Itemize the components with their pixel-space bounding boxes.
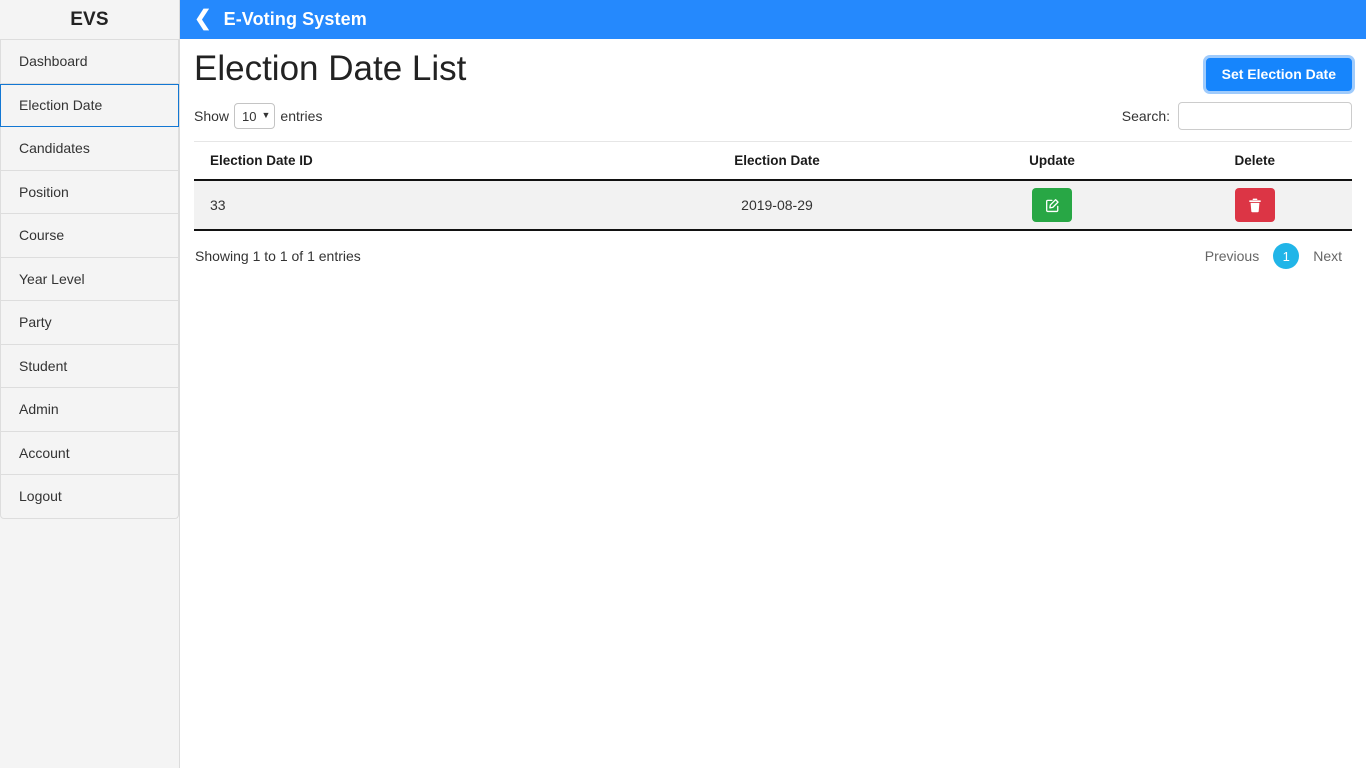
sidebar-item-label: Dashboard xyxy=(19,53,88,69)
chevron-down-icon: ▼ xyxy=(262,110,271,120)
column-header-election-date[interactable]: Election Date xyxy=(608,142,947,181)
column-header-delete[interactable]: Delete xyxy=(1158,142,1352,181)
search-input[interactable] xyxy=(1178,102,1352,130)
table-header: Election Date ID Election Date Update De… xyxy=(194,142,1352,181)
table-footer: Showing 1 to 1 of 1 entries Previous 1 N… xyxy=(194,242,1352,270)
table-info: Showing 1 to 1 of 1 entries xyxy=(195,248,361,264)
sidebar-item-label: Admin xyxy=(19,401,59,417)
table-header-row: Election Date ID Election Date Update De… xyxy=(194,142,1352,181)
pagination: Previous 1 Next xyxy=(1195,242,1352,270)
app-root: EVS Dashboard Election Date Candidates P… xyxy=(0,0,1366,768)
delete-row-button[interactable] xyxy=(1235,188,1275,222)
table-body: 33 2019-08-29 xyxy=(194,180,1352,230)
sidebar-item-account[interactable]: Account xyxy=(0,432,179,476)
sidebar-item-label: Logout xyxy=(19,488,62,504)
pagination-page-1[interactable]: 1 xyxy=(1273,243,1299,269)
cell-election-date: 2019-08-29 xyxy=(608,180,947,230)
sidebar-item-label: Position xyxy=(19,184,69,200)
table-row: 33 2019-08-29 xyxy=(194,180,1352,230)
sidebar-item-course[interactable]: Course xyxy=(0,214,179,258)
page-title: Election Date List xyxy=(194,47,466,91)
cell-delete xyxy=(1158,180,1352,230)
sidebar-item-logout[interactable]: Logout xyxy=(0,475,179,519)
set-election-date-button[interactable]: Set Election Date xyxy=(1206,58,1352,91)
column-header-update[interactable]: Update xyxy=(946,142,1157,181)
column-header-election-date-id[interactable]: Election Date ID xyxy=(194,142,608,181)
sidebar-item-student[interactable]: Student xyxy=(0,345,179,389)
entries-label: entries xyxy=(280,108,322,124)
page-header: Election Date List Set Election Date xyxy=(194,39,1352,91)
sidebar-nav-list: Dashboard Election Date Candidates Posit… xyxy=(0,39,179,519)
edit-pencil-square-icon xyxy=(1045,198,1060,213)
sidebar-item-party[interactable]: Party xyxy=(0,301,179,345)
page-length-select[interactable]: 10 ▼ xyxy=(234,103,275,129)
sidebar-item-candidates[interactable]: Candidates xyxy=(0,127,179,171)
search-control: Search: xyxy=(1122,102,1352,130)
sidebar-item-label: Student xyxy=(19,358,67,374)
sidebar-item-label: Candidates xyxy=(19,140,90,156)
sidebar-item-position[interactable]: Position xyxy=(0,171,179,215)
top-app-bar: ❮ E-Voting System xyxy=(180,0,1366,39)
update-row-button[interactable] xyxy=(1032,188,1072,222)
trash-icon xyxy=(1248,198,1262,213)
sidebar-item-label: Account xyxy=(19,445,70,461)
pagination-next[interactable]: Next xyxy=(1303,242,1352,270)
app-title: E-Voting System xyxy=(224,9,367,30)
cell-election-date-id: 33 xyxy=(194,180,608,230)
sidebar-item-election-date[interactable]: Election Date xyxy=(0,84,179,128)
chevron-left-icon[interactable]: ❮ xyxy=(194,8,212,29)
table-toolbar: Show 10 ▼ entries Search: xyxy=(194,101,1352,131)
cell-update xyxy=(946,180,1157,230)
sidebar-brand: EVS xyxy=(0,0,179,39)
show-label: Show xyxy=(194,108,229,124)
main-panel: ❮ E-Voting System Election Date List Set… xyxy=(180,0,1366,768)
sidebar-item-label: Year Level xyxy=(19,271,85,287)
pagination-previous[interactable]: Previous xyxy=(1195,242,1269,270)
sidebar-item-year-level[interactable]: Year Level xyxy=(0,258,179,302)
content-area: Election Date List Set Election Date Sho… xyxy=(180,39,1366,270)
election-date-table: Election Date ID Election Date Update De… xyxy=(194,141,1352,231)
page-length-value: 10 xyxy=(242,109,256,124)
sidebar-item-dashboard[interactable]: Dashboard xyxy=(0,40,179,84)
sidebar-item-label: Course xyxy=(19,227,64,243)
sidebar-item-label: Party xyxy=(19,314,52,330)
sidebar-item-admin[interactable]: Admin xyxy=(0,388,179,432)
page-length-control: Show 10 ▼ entries xyxy=(194,103,322,129)
sidebar-item-label: Election Date xyxy=(19,97,102,113)
search-label: Search: xyxy=(1122,108,1170,124)
sidebar: EVS Dashboard Election Date Candidates P… xyxy=(0,0,180,768)
